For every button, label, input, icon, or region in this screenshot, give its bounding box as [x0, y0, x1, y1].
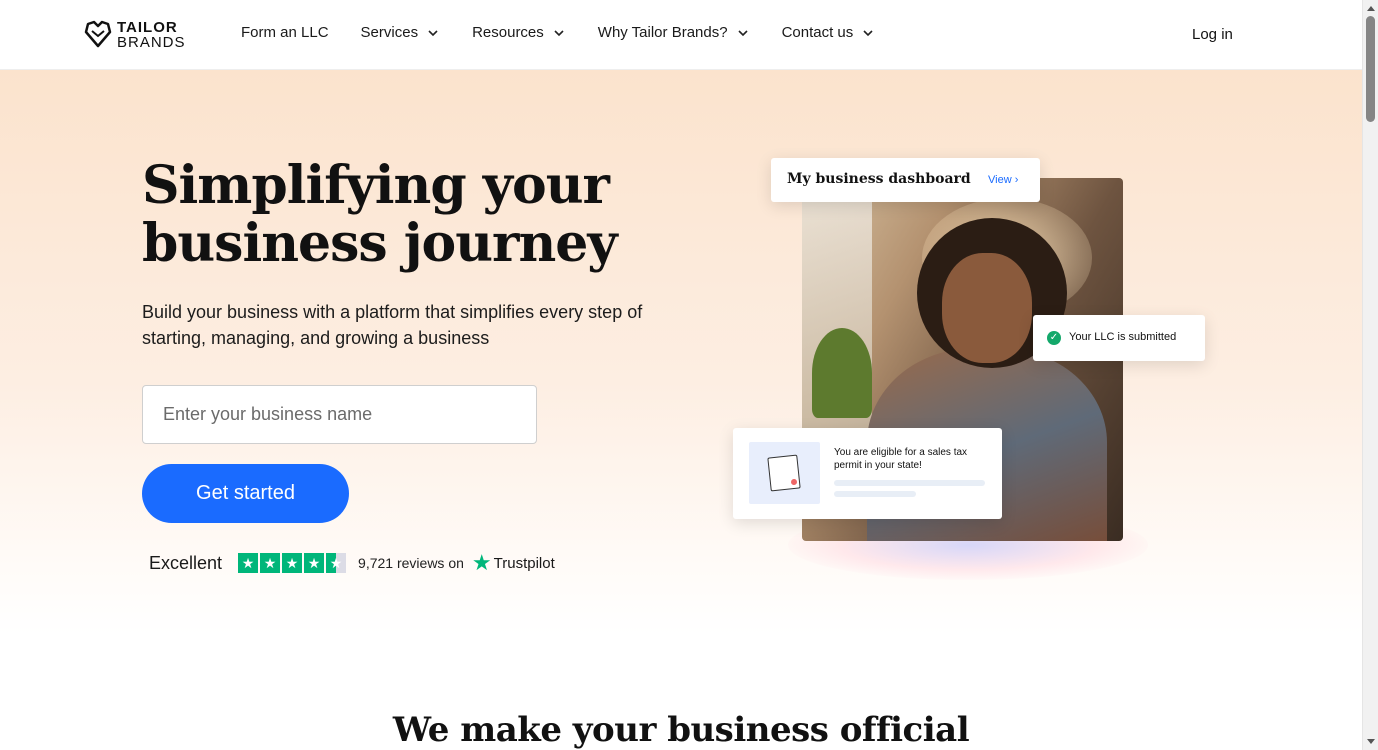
nav-item-label: Contact us — [781, 24, 854, 41]
chevron-down-icon — [863, 29, 873, 36]
star-icon: ★ — [282, 553, 303, 573]
business-name-input[interactable] — [142, 385, 537, 444]
llc-status-text: Your LLC is submitted — [1069, 331, 1177, 343]
star-icon: ★ — [304, 553, 325, 573]
tailor-brands-logo[interactable]: TAILOR BRANDS — [84, 19, 194, 51]
scroll-down-icon[interactable] — [1367, 739, 1375, 744]
dashboard-card: My business dashboard View › — [771, 158, 1040, 202]
trustpilot-star-icon: ★ — [471, 550, 492, 575]
certificate-icon — [749, 442, 820, 504]
heart-shield-icon — [84, 20, 112, 48]
nav-item-why-tailor-brands[interactable]: Why Tailor Brands? — [598, 24, 750, 41]
nav-item-contact-us[interactable]: Contact us — [782, 24, 876, 41]
dashboard-view-link[interactable]: View › — [988, 174, 1018, 186]
llc-status-card: ✓ Your LLC is submitted — [1033, 315, 1205, 361]
hero-title: Simplifying your business journey — [142, 155, 618, 274]
scrollbar-thumb[interactable] — [1366, 16, 1375, 122]
nav-item-form-llc[interactable]: Form an LLC — [241, 24, 329, 41]
placeholder-line — [834, 480, 985, 486]
nav-item-label: Services — [360, 24, 419, 41]
trustpilot-stars: ★ ★ ★ ★ ★ — [238, 553, 347, 573]
main-nav: Form an LLC Services Resources Why Tailo… — [241, 24, 907, 41]
chevron-down-icon — [428, 29, 438, 36]
page-scrollbar[interactable] — [1362, 0, 1378, 750]
nav-item-resources[interactable]: Resources — [472, 24, 566, 41]
half-star-icon: ★ — [326, 553, 347, 573]
tax-permit-card: You are eligible for a sales tax permit … — [733, 428, 1002, 519]
hero-section: Simplifying your business journey Build … — [0, 70, 1362, 635]
trustpilot-widget[interactable]: Excellent ★ ★ ★ ★ ★ 9,721 reviews on ★ T… — [149, 551, 555, 575]
dashboard-card-title: My business dashboard — [787, 171, 971, 187]
section-title: We make your business official — [392, 710, 970, 750]
chevron-down-icon — [554, 29, 564, 36]
view-label: View — [988, 174, 1012, 186]
nav-item-label: Form an LLC — [241, 24, 329, 41]
star-icon: ★ — [238, 553, 259, 573]
check-circle-icon: ✓ — [1047, 331, 1061, 345]
trustpilot-review-count: 9,721 reviews on — [358, 555, 464, 571]
star-icon: ★ — [260, 553, 281, 573]
trustpilot-brand: ★ Trustpilot — [471, 550, 555, 575]
site-header: TAILOR BRANDS Form an LLC Services Resou… — [0, 0, 1362, 70]
tax-permit-text: You are eligible for a sales tax permit … — [834, 447, 968, 471]
login-link[interactable]: Log in — [1192, 26, 1233, 43]
trustpilot-brand-label: Trustpilot — [493, 554, 555, 572]
scroll-up-icon[interactable] — [1367, 6, 1375, 11]
logo-word-top: TAILOR — [117, 19, 178, 36]
nav-item-label: Resources — [472, 24, 544, 41]
hero-subtitle: Build your business with a platform that… — [142, 302, 643, 348]
nav-item-label: Why Tailor Brands? — [597, 24, 728, 41]
logo-word-bottom: BRANDS — [117, 34, 186, 51]
trustpilot-rating-label: Excellent — [149, 552, 223, 573]
placeholder-line — [834, 491, 916, 497]
chevron-right-icon: › — [1014, 174, 1019, 186]
get-started-button[interactable]: Get started — [142, 464, 349, 523]
nav-item-services[interactable]: Services — [361, 24, 441, 41]
chevron-down-icon — [737, 29, 748, 36]
